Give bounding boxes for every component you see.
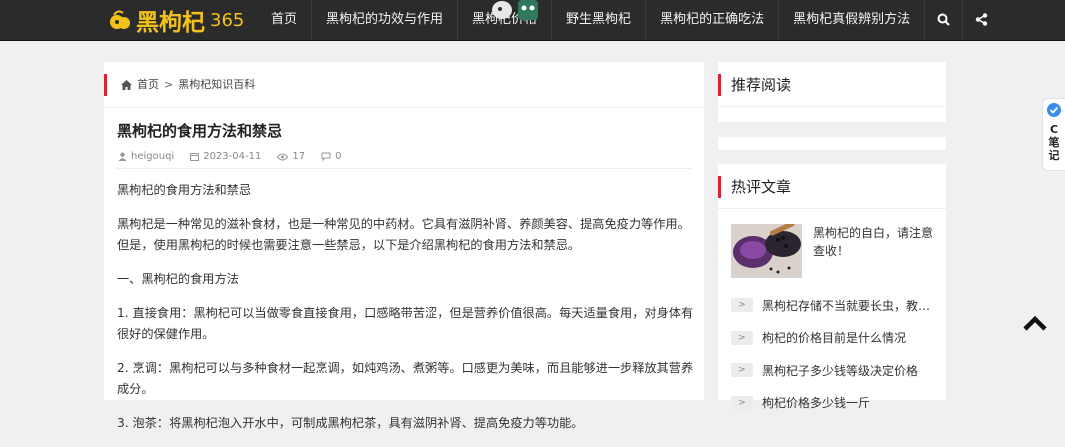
meta-author[interactable]: heigouqi (118, 151, 174, 162)
list-item-label: 黑枸杞存储不当就要长虫，教你... (762, 298, 940, 313)
hot-article-first-link[interactable]: 黑枸杞的自白，请注意查收！ (813, 224, 939, 260)
breadcrumb-home[interactable]: 首页 (137, 74, 159, 96)
list-item[interactable]: > 枸杞价格多少钱一斤 (731, 387, 941, 420)
chevron-right-icon: > (731, 395, 753, 410)
article-card: 首页 > 黑枸杞知识百科 黑枸杞的食用方法和禁忌 heigouqi 2023-0… (104, 62, 704, 430)
goji-berry-photo (731, 224, 802, 278)
share-button[interactable] (962, 0, 1000, 40)
list-item-label: 枸杞价格多少钱一斤 (762, 396, 871, 411)
paragraph: 黑枸杞的食用方法和禁忌 (117, 183, 252, 197)
mascot-decoration (492, 0, 538, 20)
search-button[interactable] (924, 0, 962, 40)
back-to-top-icon[interactable] (1023, 313, 1047, 333)
comment-icon (321, 152, 331, 161)
post-date: 2023-04-11 (203, 151, 262, 162)
list-item[interactable]: > 黑枸杞存储不当就要长虫，教你... (731, 289, 941, 322)
top-navbar: 黑枸杞 365 首页 黑枸杞的功效与作用 黑枸杞价格 野生黑枸杞 黑枸杞的正确吃… (0, 0, 1065, 41)
recommended-title: 推荐阅读 (718, 74, 791, 96)
paragraph: 一、黑枸杞的食用方法 (117, 272, 239, 286)
notes-tab-letter: C (1049, 123, 1059, 136)
user-icon (118, 152, 127, 161)
divider (718, 106, 946, 107)
hot-articles-widget: 热评文章 黑枸杞的自白，请注意查收！ > 黑枸杞存储不当就要长虫，教你... >… (718, 164, 946, 410)
chevron-right-icon: > (731, 363, 753, 378)
chevron-right-icon: > (731, 330, 753, 345)
meta-date: 2023-04-11 (190, 151, 261, 162)
share-icon (975, 13, 988, 26)
breadcrumb-category[interactable]: 黑枸杞知识百科 (178, 74, 255, 96)
nav-item-wild[interactable]: 野生黑枸杞 (551, 0, 645, 40)
notes-tab-label-2: 记 (1048, 149, 1060, 162)
hot-article-thumbnail[interactable] (731, 224, 802, 278)
view-count: 17 (292, 151, 306, 162)
site-logo[interactable]: 黑枸杞 365 (108, 5, 245, 36)
recommended-widget: 推荐阅读 (718, 62, 946, 122)
article-body: 黑枸杞的食用方法和禁忌 黑枸杞是一种常见的滋补食材，也是一种常见的中药材。它具有… (117, 180, 694, 447)
notes-badge-icon (1047, 103, 1061, 117)
calendar-icon (190, 153, 200, 161)
article-meta: heigouqi 2023-04-11 17 0 (118, 151, 341, 162)
meta-comments[interactable]: 0 (321, 151, 341, 162)
paragraph: 2. 烹调：黑枸杞可以与多种食材一起烹调，如炖鸡汤、煮粥等。口感更为美味，而且能… (117, 361, 694, 396)
logo-suffix: 365 (210, 9, 245, 31)
list-item-label: 枸杞的价格目前是什么情况 (762, 331, 907, 346)
paragraph: 3. 泡茶：将黑枸杞泡入开水中，可制成黑枸杞茶，具有滋阴补肾、提高免疫力等功能。 (117, 416, 584, 430)
divider (117, 168, 692, 169)
nav-item-how-to-eat[interactable]: 黑枸杞的正确吃法 (645, 0, 778, 40)
comment-count: 0 (335, 151, 342, 162)
divider (104, 107, 704, 108)
search-icon (937, 13, 950, 26)
floating-notes-tab[interactable]: C 笔 记 (1042, 98, 1065, 171)
logo-text: 黑枸杞 (136, 10, 205, 36)
home-icon (121, 80, 132, 90)
divider (718, 208, 946, 209)
breadcrumb-separator: > (164, 78, 174, 91)
nav-item-benefits[interactable]: 黑枸杞的功效与作用 (311, 0, 457, 40)
nav-item-home[interactable]: 首页 (257, 0, 311, 40)
article-title: 黑枸杞的食用方法和禁忌 (117, 122, 283, 140)
chevron-right-icon: > (731, 298, 753, 313)
notes-tab-label-1: 笔 (1048, 136, 1060, 149)
breadcrumb: 首页 > 黑枸杞知识百科 (104, 74, 255, 96)
paragraph: 1. 直接食用：黑枸杞可以当做零食直接食用，口感略带苦涩，但是营养价值很高。每天… (117, 306, 694, 341)
list-item[interactable]: > 枸杞的价格目前是什么情况 (731, 322, 941, 355)
hot-articles-title: 热评文章 (718, 176, 791, 198)
list-item[interactable]: > 黑枸杞子多少钱等级决定价格 (731, 354, 941, 387)
eye-icon (277, 153, 289, 160)
meta-views: 17 (277, 151, 305, 162)
author-name: heigouqi (131, 151, 175, 162)
sidebar-spacer-widget (718, 137, 946, 150)
logo-icon (110, 10, 130, 29)
main-nav: 首页 黑枸杞的功效与作用 黑枸杞价格 野生黑枸杞 黑枸杞的正确吃法 黑枸杞真假辨… (257, 0, 1000, 40)
list-item-label: 黑枸杞子多少钱等级决定价格 (762, 363, 919, 378)
paragraph: 黑枸杞是一种常见的滋补食材，也是一种常见的中药材。它具有滋阴补肾、养颜美容、提高… (117, 217, 690, 252)
nav-item-authenticity[interactable]: 黑枸杞真假辨别方法 (778, 0, 924, 40)
